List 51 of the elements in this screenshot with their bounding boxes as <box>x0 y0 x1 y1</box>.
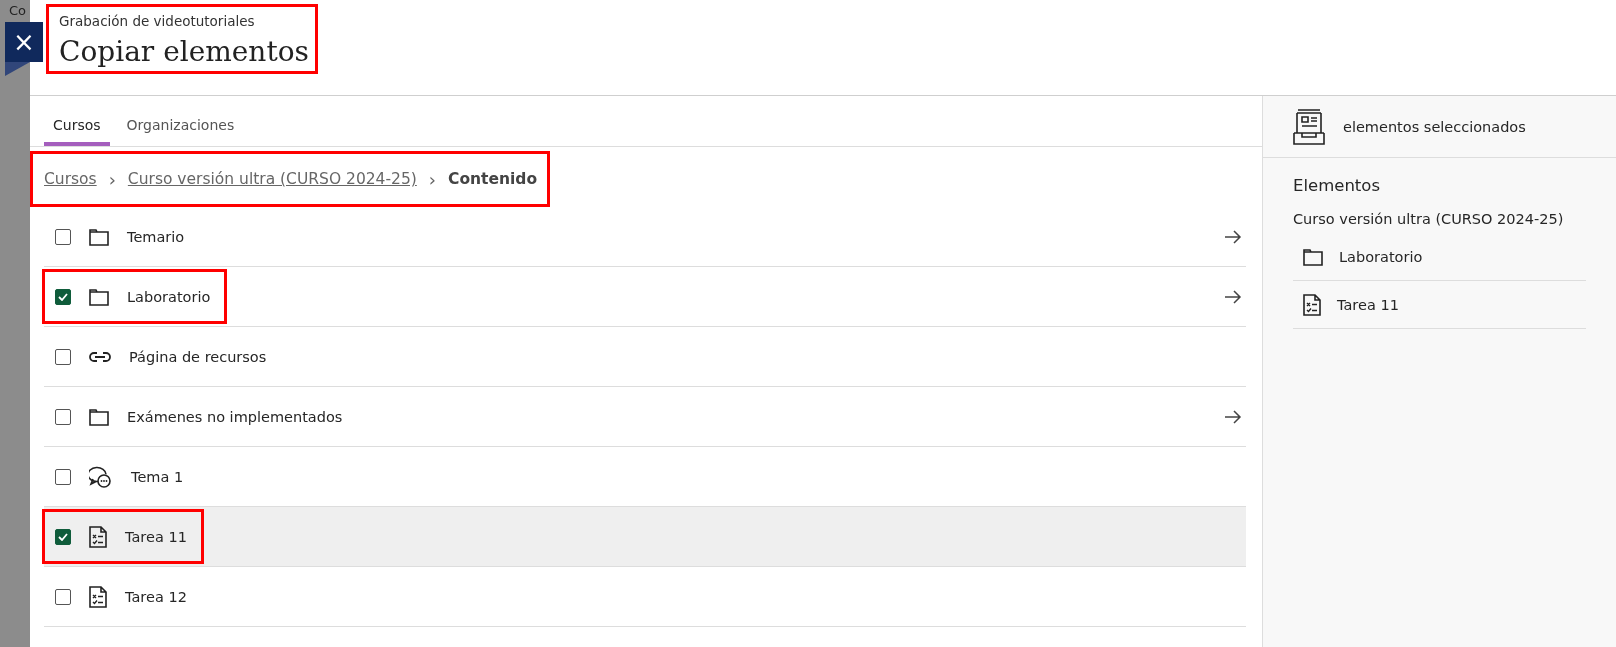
item-label: Laboratorio <box>127 288 211 305</box>
section-heading: Elementos <box>1293 176 1381 195</box>
course-name: Curso versión ultra (CURSO 2024-25) <box>1293 211 1565 227</box>
selected-item-label: Laboratorio <box>1339 248 1423 265</box>
background-text: Co <box>9 3 27 18</box>
checkbox[interactable] <box>55 588 71 605</box>
folder-icon <box>89 227 109 246</box>
arrow-right-icon[interactable] <box>1224 409 1242 424</box>
link-icon <box>89 350 111 363</box>
item-label: Tarea 12 <box>125 588 187 605</box>
tab[interactable]: Organizaciones <box>117 96 244 146</box>
arrow-right-icon[interactable] <box>1224 229 1242 244</box>
panel-title: Copiar elementos <box>59 35 309 68</box>
list-row[interactable]: Exámenes no implementados <box>44 387 1246 447</box>
check-icon <box>58 532 68 541</box>
hovered-row[interactable]: Tarea 11 <box>44 507 1246 567</box>
item-label: Página de recursos <box>129 348 267 365</box>
checklist-document-icon <box>1303 293 1321 316</box>
checkbox[interactable] <box>55 408 71 425</box>
folder-icon <box>89 287 109 306</box>
item-label: Temario <box>127 228 185 245</box>
checklist-document-icon <box>89 525 107 548</box>
check-icon <box>58 292 68 301</box>
arrow-right-icon[interactable] <box>1224 289 1242 304</box>
checklist-document-icon <box>89 585 107 608</box>
selection-summary: elementos seleccionados <box>1343 118 1526 135</box>
checkbox[interactable] <box>55 468 71 485</box>
checkbox[interactable] <box>55 288 71 305</box>
list-row[interactable]: Tarea 12 <box>44 567 1246 627</box>
item-label: Tarea 11 <box>125 528 187 545</box>
selected-item-label: Tarea 11 <box>1337 296 1399 313</box>
folder-icon <box>89 407 109 426</box>
checkbox[interactable] <box>55 528 71 545</box>
list-row[interactable]: Laboratorio <box>44 267 1246 327</box>
breadcrumb-separator: › <box>108 168 116 190</box>
list-row[interactable]: Temario <box>44 207 1246 267</box>
folder-icon <box>1303 247 1323 266</box>
breadcrumb-link[interactable]: Curso versión ultra (CURSO 2024-25) <box>127 170 417 188</box>
breadcrumb-separator: › <box>428 168 437 190</box>
tray-document-icon <box>1293 108 1325 145</box>
item-label: Tema 1 <box>131 468 184 485</box>
checkbox[interactable] <box>55 348 71 365</box>
close-button[interactable]: × <box>5 22 43 62</box>
panel-subtitle: Grabación de videotutoriales <box>59 13 256 29</box>
tab[interactable]: Cursos <box>44 96 110 146</box>
breadcrumb-current: Contenido <box>448 170 538 188</box>
item-label: Exámenes no implementados <box>127 408 343 425</box>
checkbox[interactable] <box>55 228 71 245</box>
breadcrumb-link[interactable]: Cursos <box>44 170 97 188</box>
list-row[interactable]: Página de recursos <box>44 327 1246 387</box>
chat-bubbles-icon <box>89 465 113 488</box>
